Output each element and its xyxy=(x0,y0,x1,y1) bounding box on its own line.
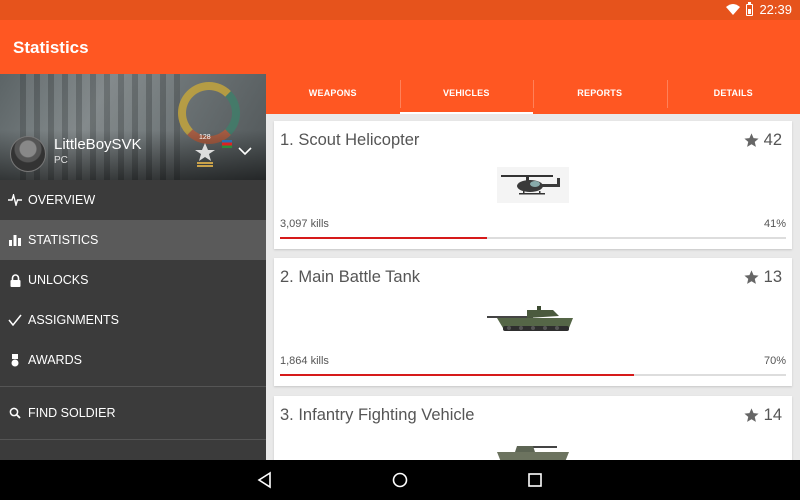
drawer-item-unlocks[interactable]: UNLOCKS xyxy=(0,260,266,300)
flag-icon xyxy=(222,140,232,148)
vehicle-rank: 42 xyxy=(743,131,782,150)
star-icon xyxy=(744,133,759,147)
kills-count: 1,864 kills xyxy=(280,355,329,367)
progress-bar xyxy=(280,374,786,376)
progress-bar xyxy=(280,237,786,239)
kills-count: 3,097 kills xyxy=(280,218,329,230)
divider xyxy=(0,439,266,440)
clock: 22:39 xyxy=(759,2,792,17)
battery-icon xyxy=(746,1,754,16)
progress-fill xyxy=(280,374,635,376)
tab-details[interactable]: DETAILS xyxy=(666,74,800,114)
vehicle-rank-value: 14 xyxy=(763,406,782,424)
drawer-item-label: OVERVIEW xyxy=(28,193,96,207)
tab-bar: WEAPONS VEHICLES REPORTS DETAILS xyxy=(266,74,800,114)
infantry-fighting-vehicle-image xyxy=(497,446,569,460)
drawer-item-label: FIND SOLDIER xyxy=(28,406,116,420)
chevron-down-icon[interactable] xyxy=(238,146,252,156)
page-title: Statistics xyxy=(13,38,89,57)
rank-insignia-icon xyxy=(195,143,215,167)
lock-icon xyxy=(8,273,22,287)
recents-icon[interactable] xyxy=(525,470,545,490)
drawer-item-find-soldier[interactable]: FIND SOLDIER xyxy=(0,387,266,439)
rank-number: 128 xyxy=(199,134,211,141)
wifi-icon xyxy=(726,4,741,15)
drawer-item-label: STATISTICS xyxy=(28,233,99,247)
drawer-item-overview[interactable]: OVERVIEW xyxy=(0,180,266,220)
medal-icon xyxy=(8,353,22,367)
vehicle-rank-value: 42 xyxy=(763,131,782,149)
vehicle-title: 2. Main Battle Tank xyxy=(280,268,421,286)
app-bar: Statistics xyxy=(0,20,800,74)
profile-header[interactable]: LittleBoySVK PC 128 xyxy=(0,74,266,180)
drawer-item-assignments[interactable]: ASSIGNMENTS xyxy=(0,300,266,340)
vehicle-rank-value: 13 xyxy=(763,268,782,286)
system-navigation-bar xyxy=(0,460,800,500)
check-icon xyxy=(8,313,22,327)
tab-reports[interactable]: REPORTS xyxy=(533,74,667,114)
vehicle-title: 3. Infantry Fighting Vehicle xyxy=(280,406,475,424)
status-bar: 22:39 xyxy=(0,0,800,20)
vehicle-card[interactable]: 2. Main Battle Tank 13 1,864 kills 70% xyxy=(274,258,792,386)
search-icon xyxy=(8,406,22,420)
vehicle-card[interactable]: 3. Infantry Fighting Vehicle 14 xyxy=(274,396,792,460)
star-icon xyxy=(744,270,759,284)
bar-chart-icon xyxy=(8,233,22,247)
avatar xyxy=(10,136,46,172)
vehicle-rank: 13 xyxy=(743,268,782,287)
vehicle-title: 1. Scout Helicopter xyxy=(280,131,420,149)
main-battle-tank-image xyxy=(487,306,573,331)
profile-platform: PC xyxy=(54,155,68,166)
drawer-item-statistics[interactable]: STATISTICS xyxy=(0,220,266,260)
drawer-item-awards[interactable]: AWARDS xyxy=(0,340,266,380)
pulse-icon xyxy=(8,193,22,207)
progress-fill xyxy=(280,237,488,239)
vehicle-card[interactable]: 1. Scout Helicopter 42 3,097 kills 41% xyxy=(274,121,792,249)
profile-name: LittleBoySVK xyxy=(54,136,142,153)
drawer-item-label: ASSIGNMENTS xyxy=(28,313,119,327)
vehicle-rank: 14 xyxy=(743,406,782,425)
back-icon[interactable] xyxy=(255,470,275,490)
progress-percent: 70% xyxy=(763,355,786,367)
progress-percent: 41% xyxy=(763,218,786,230)
navigation-drawer: LittleBoySVK PC 128 OVERVIEW STATISTICS … xyxy=(0,74,266,460)
star-icon xyxy=(744,408,759,422)
tab-weapons[interactable]: WEAPONS xyxy=(266,74,400,114)
vehicle-list[interactable]: 1. Scout Helicopter 42 3,097 kills 41% 2… xyxy=(266,114,800,460)
drawer-item-label: AWARDS xyxy=(28,353,82,367)
tab-vehicles[interactable]: VEHICLES xyxy=(399,74,534,114)
home-icon[interactable] xyxy=(390,470,410,490)
scout-helicopter-image xyxy=(497,167,569,203)
drawer-item-label: UNLOCKS xyxy=(28,273,89,287)
